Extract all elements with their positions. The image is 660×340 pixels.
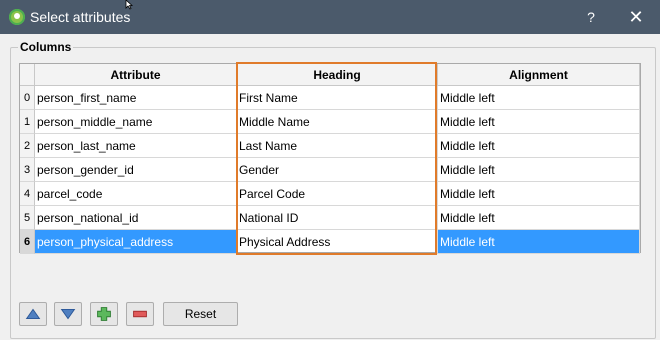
title-bar: Select attributes ? ✕: [0, 0, 660, 34]
arrow-up-icon: [25, 308, 41, 320]
row-header[interactable]: 1: [20, 110, 35, 134]
cell-heading[interactable]: Gender: [237, 158, 438, 182]
columns-group-title: Columns: [18, 40, 74, 54]
header-heading[interactable]: Heading: [237, 64, 438, 86]
cell-alignment[interactable]: Middle left: [438, 206, 640, 230]
cell-alignment[interactable]: Middle left: [438, 158, 640, 182]
row-header[interactable]: 0: [20, 86, 35, 110]
qgis-app-icon: [9, 9, 25, 25]
minus-icon: [133, 310, 147, 318]
add-column-button[interactable]: [90, 302, 118, 326]
cell-alignment[interactable]: Middle left: [438, 134, 640, 158]
help-button[interactable]: ?: [580, 7, 602, 27]
header-attribute[interactable]: Attribute: [35, 64, 237, 86]
cell-attribute[interactable]: person_gender_id: [35, 158, 237, 182]
remove-column-button[interactable]: [126, 302, 154, 326]
row-header[interactable]: 6: [20, 230, 35, 254]
header-alignment[interactable]: Alignment: [438, 64, 640, 86]
cell-alignment[interactable]: Middle left: [438, 110, 640, 134]
cell-attribute[interactable]: person_national_id: [35, 206, 237, 230]
cell-heading[interactable]: Last Name: [237, 134, 438, 158]
cell-attribute[interactable]: parcel_code: [35, 182, 237, 206]
cell-alignment[interactable]: Middle left: [438, 182, 640, 206]
cell-attribute[interactable]: person_middle_name: [35, 110, 237, 134]
row-header[interactable]: 5: [20, 206, 35, 230]
cell-attribute[interactable]: person_first_name: [35, 86, 237, 110]
mouse-cursor-icon: [125, 0, 134, 10]
attributes-table: Attribute Heading Alignment 0 person_fir…: [19, 63, 641, 254]
table-corner: [20, 64, 35, 86]
move-down-button[interactable]: [54, 302, 82, 326]
cell-heading[interactable]: Middle Name: [237, 110, 438, 134]
move-up-button[interactable]: [19, 302, 47, 326]
cell-alignment[interactable]: Middle left: [438, 230, 640, 254]
reset-button[interactable]: Reset: [163, 302, 238, 326]
plus-icon: [97, 307, 111, 321]
cell-attribute[interactable]: person_last_name: [35, 134, 237, 158]
cell-heading[interactable]: National ID: [237, 206, 438, 230]
cell-alignment[interactable]: Middle left: [438, 86, 640, 110]
row-header[interactable]: 3: [20, 158, 35, 182]
row-header[interactable]: 4: [20, 182, 35, 206]
window-title: Select attributes: [30, 9, 131, 25]
cell-heading[interactable]: Parcel Code: [237, 182, 438, 206]
close-button[interactable]: ✕: [624, 5, 648, 29]
arrow-down-icon: [60, 308, 76, 320]
cell-heading[interactable]: First Name: [237, 86, 438, 110]
cell-attribute[interactable]: person_physical_address: [35, 230, 237, 254]
cell-heading-editing[interactable]: Physical Address: [237, 230, 438, 254]
row-header[interactable]: 2: [20, 134, 35, 158]
